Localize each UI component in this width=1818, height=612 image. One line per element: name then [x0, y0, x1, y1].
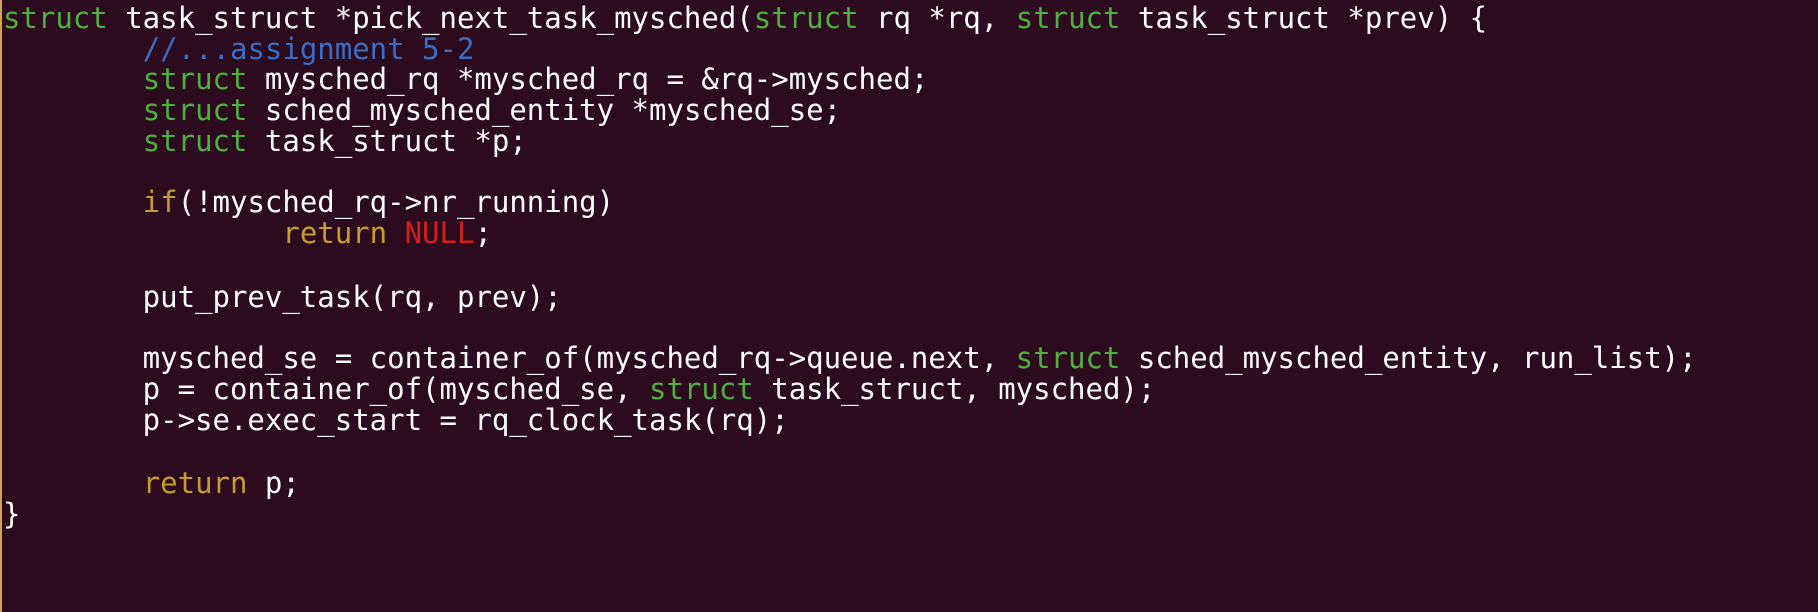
code-token-plain: p->se.exec_start = rq_clock_task(rq);	[3, 403, 789, 437]
code-token-type: struct	[649, 372, 754, 406]
code-token-constant: NULL	[404, 216, 475, 250]
code-token-type: struct	[3, 1, 108, 35]
code-token-plain: ;	[474, 216, 492, 250]
code-lines[interactable]: struct task_struct *pick_next_task_mysch…	[3, 0, 1818, 612]
code-token-type: struct	[142, 62, 248, 96]
code-token-plain: p;	[247, 466, 300, 500]
code-token-plain: p = container_of(mysched_se,	[3, 372, 650, 406]
code-token-type: struct	[142, 124, 248, 158]
code-line[interactable]: p->se.exec_start = rq_clock_task(rq);	[3, 402, 789, 438]
code-token-type: struct	[142, 93, 248, 127]
cursor-column-bar	[0, 0, 2, 612]
code-token-plain: put_prev_task(rq, prev);	[3, 280, 562, 314]
code-token-type: struct	[1015, 341, 1121, 375]
code-token-keyword: return	[282, 216, 388, 250]
code-token-plain: task_struct *p;	[247, 124, 527, 158]
code-token-plain: rq *rq,	[858, 1, 1016, 35]
code-token-plain: sched_mysched_entity *mysched_se;	[247, 93, 842, 127]
code-editor[interactable]: struct task_struct *pick_next_task_mysch…	[0, 0, 1818, 612]
code-token-plain: mysched_rq *mysched_rq = &rq->mysched;	[247, 62, 929, 96]
code-token-plain: task_struct *prev) {	[1120, 1, 1488, 35]
code-token-plain: mysched_se = container_of(mysched_rq->qu…	[3, 341, 1016, 375]
code-line[interactable]: struct task_struct *p;	[3, 123, 527, 159]
code-token-keyword: if	[142, 185, 178, 219]
code-line[interactable]: }	[3, 496, 20, 532]
code-line[interactable]: return p;	[3, 465, 300, 501]
code-token-type: struct	[1015, 1, 1121, 35]
code-token-plain: task_struct *pick_next_task_mysched(	[107, 1, 754, 35]
code-token-type: struct	[753, 1, 859, 35]
code-token-plain: }	[3, 497, 21, 531]
code-token-plain: sched_mysched_entity, run_list);	[1120, 341, 1697, 375]
code-token-plain: (!mysched_rq->nr_running)	[177, 185, 615, 219]
code-token-plain: task_struct, mysched);	[753, 372, 1156, 406]
code-token-keyword: return	[142, 466, 248, 500]
code-line[interactable]: put_prev_task(rq, prev);	[3, 279, 562, 315]
code-line[interactable]: return NULL;	[3, 215, 492, 251]
